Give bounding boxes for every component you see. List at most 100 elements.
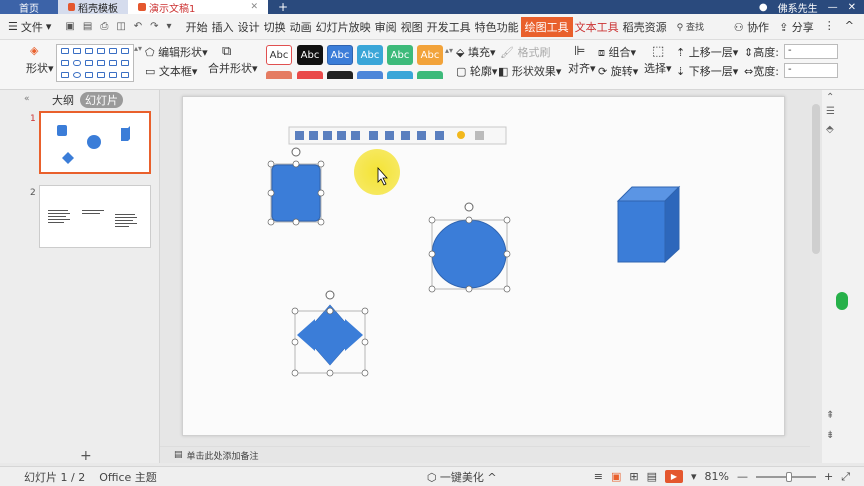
shape-button[interactable]: 形状▾ [26,60,54,76]
rotate-handle-icon[interactable] [291,147,301,157]
add-slide-button[interactable]: + [80,448,92,464]
curve-shape-icon[interactable] [97,48,105,54]
menu-tab-7[interactable]: 视图 [399,17,425,37]
collapse-ribbon-icon[interactable]: ^ [845,19,854,35]
shape-style-5[interactable]: Abc [387,45,413,65]
shape-style-6[interactable]: Abc [417,45,443,65]
slide-sorter-icon[interactable]: ⊞ [629,470,638,483]
properties-icon[interactable]: ☰ [826,106,838,117]
zoom-slider-thumb[interactable] [785,471,792,482]
connector-shape-icon[interactable] [85,48,93,54]
more-toolbar-icon[interactable] [475,131,484,140]
menu-tab-10[interactable]: 绘图工具 [520,16,573,37]
play-options-icon[interactable]: ▾ [691,470,697,483]
select-button[interactable]: 选择▾ [644,60,672,76]
play-slideshow-button[interactable]: ▶ [664,470,683,483]
lightbulb-icon[interactable] [457,131,465,139]
gallery-more-icon[interactable]: ▴▾ [134,44,142,53]
notes-bar[interactable]: ▤ 单击此处添加备注 [160,446,810,463]
diagonal-rect-shape-icon[interactable] [109,60,117,66]
frame-shape-icon[interactable] [121,60,129,66]
shape-gallery[interactable] [56,44,134,82]
normal-view-icon[interactable]: ▣ [611,470,621,483]
shape-style-11[interactable] [387,71,413,79]
new-tab-button[interactable]: + [268,0,298,14]
tab-home[interactable]: 首页 [0,0,58,15]
shape-style-3[interactable]: Abc [327,45,353,65]
select-pane-icon[interactable]: ⬚ [652,44,664,59]
rounded-square-shape[interactable] [267,147,325,226]
tab-presentation[interactable]: 演示文稿1 ✕ [128,0,268,15]
text-box-button[interactable]: ▭ 文本框▾ [145,63,197,79]
save-icon[interactable]: ▣ [65,21,74,32]
shape-style-2[interactable]: Abc [297,45,323,65]
shape-style-8[interactable] [297,71,323,79]
group-button[interactable]: ⧈ 组合▾ [598,44,636,60]
bring-forward-button[interactable]: ⇡ 上移一层▾ [676,44,738,60]
cube-shape[interactable] [616,185,681,264]
zoom-in-icon[interactable]: + [824,470,833,483]
group-toolbar-icon[interactable] [435,131,444,140]
trapezoid-shape-icon[interactable] [121,72,129,78]
scribble-shape-icon[interactable] [121,48,129,54]
align-icon[interactable]: ⊫ [574,44,585,59]
shape-style-9[interactable] [327,71,353,79]
oval-shape-icon[interactable] [73,72,81,78]
merge-shape-button[interactable]: 合并形状▾ [208,60,258,76]
collapse-panel-icon[interactable]: « [24,94,30,104]
align-center-icon[interactable] [309,131,318,140]
align-button[interactable]: 对齐▾ [568,60,596,76]
reading-view-icon[interactable]: ▤ [647,470,657,483]
arrow-shape-icon[interactable] [73,48,81,54]
zoom-level[interactable]: 81% [705,470,729,483]
shape-style-7[interactable] [266,71,292,79]
slide-1-thumbnail[interactable] [39,111,151,174]
width-input[interactable]: - [784,63,838,78]
slide-canvas[interactable] [182,96,785,436]
edit-shape-button[interactable]: ⬠ 编辑形状▾ [145,44,208,60]
shape-style-10[interactable] [357,71,383,79]
menu-tab-2[interactable]: 设计 [236,17,262,37]
zoom-slider[interactable] [755,471,816,482]
menu-tab-9[interactable]: 特色功能 [473,17,521,37]
rounded-rect-shape-icon[interactable] [73,60,81,66]
text-box-shape-icon[interactable] [61,72,69,78]
shape-style-4[interactable]: Abc [357,45,383,65]
assistant-float-icon[interactable] [836,292,848,310]
merge-shape-icon[interactable]: ⧉ [222,44,231,59]
window-close-icon[interactable]: ✕ [848,2,856,13]
menu-tab-11[interactable]: 文本工具 [573,17,621,37]
shape-style-12[interactable] [417,71,443,79]
round-corner-shape-icon[interactable] [97,60,105,66]
send-backward-button[interactable]: ⇣ 下移一层▾ [676,63,738,79]
tab-outline[interactable]: 大纲 [52,92,74,108]
height-input[interactable]: - [784,44,838,59]
align-right-icon[interactable] [323,131,332,140]
menu-tab-6[interactable]: 审阅 [373,17,399,37]
distribute-vertical-icon[interactable] [401,131,410,140]
preview-icon[interactable]: ◫ [116,21,125,32]
export-pdf-icon[interactable]: ▤ [83,21,92,32]
notes-toggle-icon[interactable]: ≡ [594,470,603,483]
slide-2-thumbnail[interactable] [39,185,151,248]
triangle-shape-icon[interactable] [85,72,93,78]
style-gallery-more-icon[interactable]: ▴▾ [445,46,453,55]
vertical-scrollbar[interactable] [810,90,822,463]
align-top-icon[interactable] [337,131,346,140]
share-button[interactable]: ⇪ 分享 [779,19,814,35]
collab-button[interactable]: ⚇ 协作 [734,19,769,35]
rotate-button[interactable]: ⟳ 旋转▾ [598,63,638,79]
ellipse-shape[interactable] [428,202,511,293]
menu-tab-1[interactable]: 插入 [210,17,236,37]
beautify-button[interactable]: ⬡ 一键美化 ^ [427,469,497,485]
user-name[interactable]: 佛系先生 [778,0,818,15]
align-left-icon[interactable] [295,131,304,140]
menu-tab-12[interactable]: 稻壳资源 [621,17,669,37]
menu-tab-3[interactable]: 切换 [262,17,288,37]
four-way-arrow-shape[interactable] [291,290,369,377]
fill-button[interactable]: ⬙ 填充▾ [456,44,496,60]
undo-icon[interactable]: ↶ [134,21,142,32]
format-brush-button[interactable]: 🖌 格式刷 [500,44,550,60]
shape-style-1[interactable]: Abc [266,45,292,65]
distribute-horizontal-icon[interactable] [385,131,394,140]
